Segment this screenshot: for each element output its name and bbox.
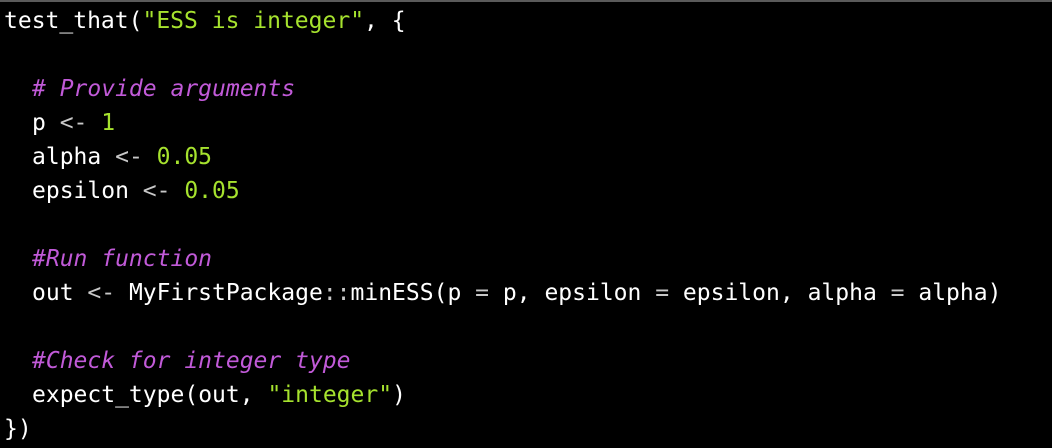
code-line-6: epsilon <- 0.05: [32, 174, 240, 208]
package-name: MyFirstPackage: [128, 280, 323, 306]
argument-name: alpha: [807, 280, 877, 306]
paren-close: ): [392, 382, 406, 408]
paren-open: (: [433, 280, 448, 306]
argument-value: p: [502, 280, 517, 306]
number-literal: 0.05: [156, 144, 213, 170]
argument-value: out: [198, 382, 240, 408]
code-editor[interactable]: test_that("ESS is integer", { # Provide …: [0, 0, 1052, 448]
code-line-1: test_that("ESS is integer", {: [4, 4, 406, 38]
namespace-operator: ::: [322, 280, 351, 306]
paren-close: ): [987, 280, 1002, 306]
closing-brace: }): [4, 416, 32, 442]
code-line-9: out <- MyFirstPackage::minESS(p = p, eps…: [32, 276, 1001, 310]
code-line-8: #Run function: [32, 242, 212, 276]
code-line-11: #Check for integer type: [32, 344, 351, 378]
code-text: , {: [364, 8, 406, 34]
paren-open: (: [128, 8, 143, 34]
variable-name: p: [32, 110, 46, 136]
assign-operator: <-: [128, 178, 185, 204]
paren-open: (: [184, 382, 199, 408]
assign-operator: <-: [45, 110, 102, 136]
number-literal: 0.05: [184, 178, 240, 204]
assign-operator: <-: [73, 280, 129, 306]
equals-operator: =: [461, 280, 503, 306]
code-line-12: expect_type(out, "integer"): [32, 378, 406, 412]
equals-operator: =: [641, 280, 683, 306]
assign-operator: <-: [101, 144, 157, 170]
code-line-13: }): [4, 412, 32, 446]
code-comment: # Provide arguments: [32, 76, 296, 102]
string-literal: "ESS is integer": [142, 8, 365, 34]
code-comment: #Run function: [32, 246, 213, 272]
variable-name: epsilon: [32, 178, 129, 204]
comma: ,: [516, 280, 545, 306]
code-comment: #Check for integer type: [32, 348, 351, 374]
number-literal: 1: [101, 110, 116, 136]
function-name: minESS: [350, 280, 434, 306]
code-line-5: alpha <- 0.05: [32, 140, 212, 174]
string-literal: "integer": [267, 382, 393, 408]
variable-name: alpha: [32, 144, 102, 170]
code-line-4: p <- 1: [32, 106, 115, 140]
equals-operator: =: [876, 280, 919, 306]
argument-value: alpha: [918, 280, 988, 306]
argument-name: epsilon: [544, 280, 642, 306]
comma: ,: [779, 280, 808, 306]
code-line-3: # Provide arguments: [32, 72, 295, 106]
argument-value: epsilon: [682, 280, 780, 306]
argument-name: p: [447, 280, 462, 306]
comma: ,: [239, 382, 268, 408]
variable-name: out: [32, 280, 74, 306]
function-name: expect_type: [32, 382, 185, 408]
function-name: test_that: [4, 8, 129, 34]
